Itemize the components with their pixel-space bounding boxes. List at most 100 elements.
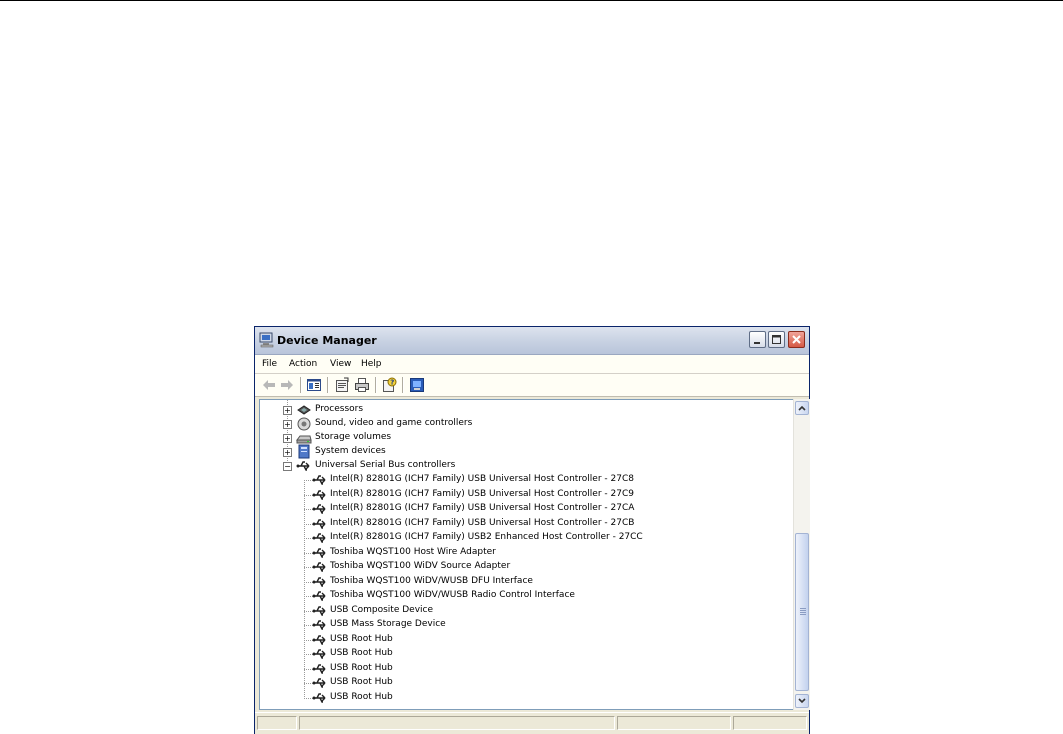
scroll-up-button[interactable]	[795, 401, 809, 415]
toolbar-separator	[402, 377, 403, 393]
status-panel	[299, 716, 615, 730]
maximize-icon	[772, 335, 781, 344]
usb-icon	[312, 504, 326, 514]
usb-device-item[interactable]: Toshiba WQST100 WiDV Source Adapter	[304, 560, 784, 574]
usb-device-label: Intel(R) 82801G (ICH7 Family) USB Univer…	[330, 518, 635, 528]
usb-device-label: Intel(R) 82801G (ICH7 Family) USB Univer…	[330, 489, 634, 499]
usb-device-item[interactable]: USB Root Hub	[304, 662, 784, 676]
expand-icon[interactable]: +	[283, 448, 292, 457]
scroll-grip	[800, 614, 806, 615]
usb-device-item[interactable]: USB Root Hub	[304, 676, 784, 690]
device-manager-window: Device Manager File Action View Help ? +…	[254, 326, 810, 734]
toolbar-separator	[327, 377, 328, 393]
page-top-rule	[0, 0, 1063, 1]
tree-item-usb-controllers[interactable]: − Universal Serial Bus controllers	[283, 459, 683, 473]
properties-icon[interactable]	[334, 377, 350, 393]
usb-device-label: Toshiba WQST100 Host Wire Adapter	[330, 547, 496, 557]
usb-device-label: Intel(R) 82801G (ICH7 Family) USB2 Enhan…	[330, 532, 643, 542]
menu-action[interactable]: Action	[289, 359, 317, 369]
tree-item-storage-volumes[interactable]: + Storage volumes	[283, 431, 683, 445]
usb-device-label: USB Root Hub	[330, 634, 393, 644]
usb-device-item[interactable]: USB Composite Device	[304, 604, 784, 618]
usb-icon	[312, 562, 326, 572]
show-hide-tree-icon[interactable]	[306, 377, 322, 393]
forward-icon[interactable]	[279, 377, 295, 393]
tree-item-processors[interactable]: + Processors	[283, 403, 683, 417]
vertical-scrollbar[interactable]	[793, 399, 810, 710]
usb-icon	[312, 591, 326, 601]
usb-icon	[312, 693, 326, 703]
usb-device-item[interactable]: Intel(R) 82801G (ICH7 Family) USB2 Enhan…	[304, 531, 784, 545]
tree-item-system-devices[interactable]: + System devices	[283, 444, 683, 459]
menu-help[interactable]: Help	[361, 359, 382, 369]
scroll-thumb[interactable]	[795, 533, 809, 691]
scroll-grip	[800, 612, 806, 613]
usb-device-item[interactable]: USB Mass Storage Device	[304, 618, 784, 632]
scroll-down-button[interactable]	[795, 694, 809, 708]
tree-item-label: Storage volumes	[315, 432, 392, 442]
title-bar[interactable]: Device Manager	[255, 327, 809, 355]
tree-item-label: Sound, video and game controllers	[315, 418, 473, 428]
usb-device-label: Toshiba WQST100 WiDV/WUSB Radio Control …	[330, 590, 575, 600]
usb-device-item[interactable]: USB Root Hub	[304, 647, 784, 661]
print-icon[interactable]	[354, 377, 370, 393]
tree-item-label: System devices	[315, 446, 386, 456]
usb-device-item[interactable]: Toshiba WQST100 Host Wire Adapter	[304, 546, 784, 560]
menu-file[interactable]: File	[262, 359, 277, 369]
close-button[interactable]	[788, 331, 805, 348]
scroll-grip	[800, 610, 806, 611]
expand-icon[interactable]: +	[283, 420, 292, 429]
usb-device-item[interactable]: Intel(R) 82801G (ICH7 Family) USB Univer…	[304, 473, 784, 487]
computer-icon	[259, 332, 274, 348]
scroll-grip	[800, 608, 806, 609]
usb-device-item[interactable]: Intel(R) 82801G (ICH7 Family) USB Univer…	[304, 488, 784, 502]
minimize-button[interactable]	[749, 331, 766, 348]
usb-icon	[312, 533, 326, 543]
help-icon[interactable]: ?	[381, 377, 397, 393]
device-tree[interactable]: + Processors + Sound, video and game con…	[259, 399, 795, 710]
maximize-button[interactable]	[768, 331, 785, 348]
usb-icon	[296, 461, 310, 471]
usb-icon	[312, 678, 326, 688]
expand-icon[interactable]: +	[283, 434, 292, 443]
usb-device-label: USB Root Hub	[330, 677, 393, 687]
status-bar	[255, 712, 809, 734]
tree-item-label: Universal Serial Bus controllers	[315, 460, 456, 470]
usb-icon	[312, 620, 326, 630]
tree-item-label: Processors	[315, 404, 364, 414]
close-icon	[792, 335, 801, 344]
back-icon[interactable]	[261, 377, 277, 393]
menu-view[interactable]: View	[330, 359, 351, 369]
toolbar: ?	[255, 374, 809, 397]
usb-icon	[312, 649, 326, 659]
usb-device-label: Toshiba WQST100 WiDV/WUSB DFU Interface	[330, 576, 533, 586]
scroll-down-icon	[798, 698, 806, 704]
scroll-up-icon	[798, 405, 806, 411]
tree-item-sound[interactable]: + Sound, video and game controllers	[283, 417, 683, 431]
usb-device-item[interactable]: Intel(R) 82801G (ICH7 Family) USB Univer…	[304, 502, 784, 516]
svg-text:?: ?	[390, 379, 394, 387]
usb-device-label: Intel(R) 82801G (ICH7 Family) USB Univer…	[330, 474, 634, 484]
usb-device-label: USB Mass Storage Device	[330, 619, 446, 629]
usb-device-label: USB Root Hub	[330, 692, 393, 702]
minimize-icon	[754, 342, 760, 344]
usb-device-item[interactable]: USB Root Hub	[304, 633, 784, 647]
toolbar-separator	[375, 377, 376, 393]
menu-bar: File Action View Help	[255, 355, 809, 374]
usb-device-label: USB Root Hub	[330, 663, 393, 673]
usb-device-item[interactable]: Intel(R) 82801G (ICH7 Family) USB Univer…	[304, 517, 784, 531]
status-panel	[733, 716, 807, 730]
status-panel	[257, 716, 297, 730]
usb-icon	[312, 475, 326, 485]
status-panel	[617, 716, 731, 730]
usb-device-item[interactable]: Toshiba WQST100 WiDV/WUSB DFU Interface	[304, 575, 784, 589]
expand-icon[interactable]: +	[283, 406, 292, 415]
collapse-icon[interactable]: −	[283, 462, 292, 471]
toolbar-separator	[300, 377, 301, 393]
window-title: Device Manager	[277, 334, 377, 347]
update-driver-icon[interactable]	[409, 377, 425, 393]
usb-device-label: Toshiba WQST100 WiDV Source Adapter	[330, 561, 511, 571]
usb-device-item[interactable]: Toshiba WQST100 WiDV/WUSB Radio Control …	[304, 589, 784, 603]
usb-device-item[interactable]: USB Root Hub	[304, 691, 784, 705]
usb-device-label: Intel(R) 82801G (ICH7 Family) USB Univer…	[330, 503, 635, 513]
